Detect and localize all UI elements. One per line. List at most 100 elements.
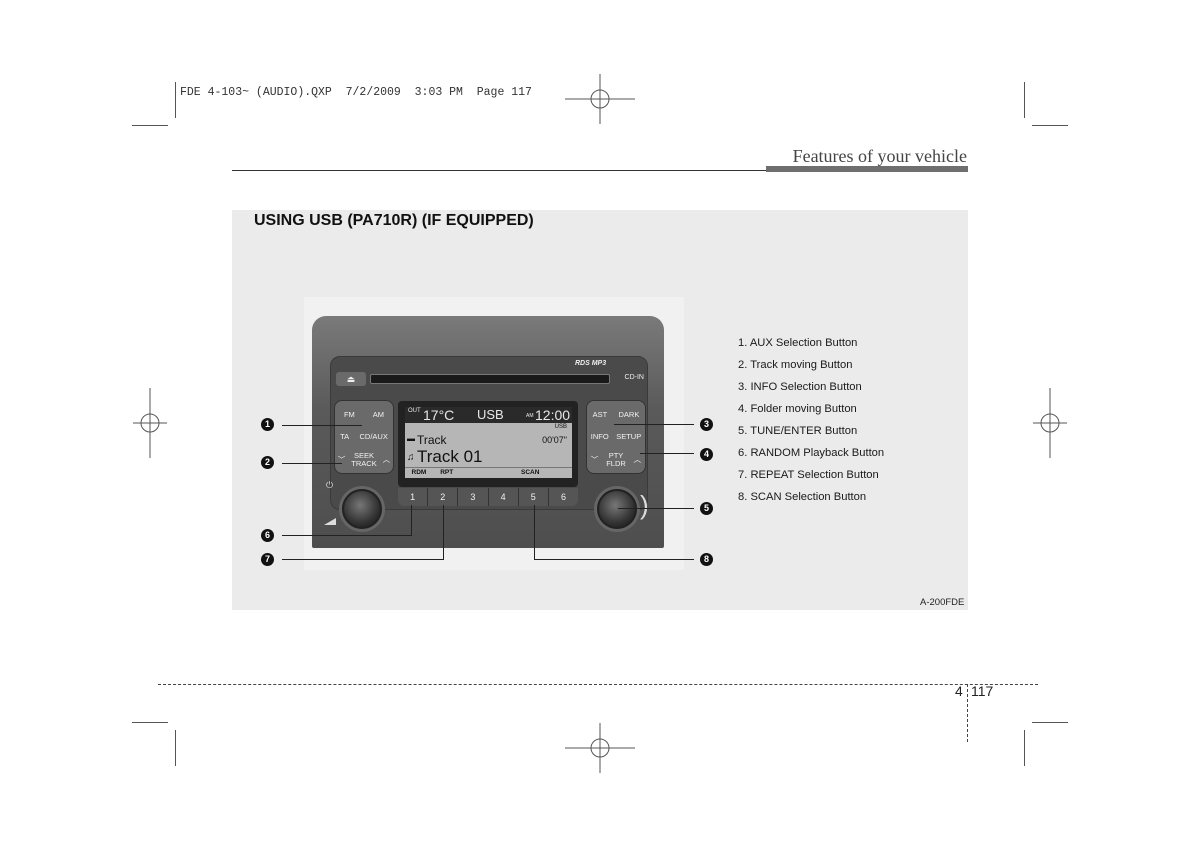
trim-mark [1024, 730, 1025, 766]
registration-mark-icon [1033, 388, 1067, 458]
source-readout: USB [477, 407, 504, 422]
legend-item: 3. INFO Selection Button [738, 381, 862, 393]
power-volume-knob[interactable] [342, 489, 382, 529]
leader-line [534, 505, 535, 560]
temperature-readout: 17°C [423, 407, 455, 423]
leader-line [282, 535, 412, 536]
pty-fldr-button[interactable]: ﹀ PTY FLDR ︿ [587, 449, 645, 471]
running-header: Features of your vehicle [792, 146, 967, 166]
leader-line [411, 505, 412, 536]
legend-item: 7. REPEAT Selection Button [738, 469, 879, 481]
folder-icon: ▬ [407, 434, 415, 443]
footer-rule [158, 684, 1038, 685]
legend-item: 8. SCAN Selection Button [738, 491, 867, 503]
preset-button-4[interactable]: 4 [489, 488, 519, 506]
softkey-rpt: RPT [440, 469, 454, 476]
legend-item: 4. Folder moving Button [738, 403, 857, 415]
section-title: USING USB (PA710R) (IF EQUIPPED) [254, 212, 534, 229]
trim-mark [1032, 722, 1068, 723]
registration-mark-icon [133, 388, 167, 458]
preset-button-6[interactable]: 6 [549, 488, 578, 506]
chevron-up-icon: ︿ [633, 455, 642, 464]
preset-button-5[interactable]: 5 [519, 488, 549, 506]
track-line: Track 01 [417, 447, 483, 466]
leader-line [640, 453, 694, 454]
track-label: TRACK [351, 459, 377, 468]
am-button[interactable]: AM [373, 410, 384, 419]
registration-mark-icon [565, 74, 635, 124]
callout-6: 6 [261, 529, 274, 542]
trim-mark [132, 722, 168, 723]
leader-line [282, 463, 342, 464]
tune-enter-knob[interactable] [597, 489, 637, 529]
music-note-icon: ♫ [407, 452, 415, 463]
callout-4: 4 [700, 448, 713, 461]
softkey-scan: SCAN [521, 469, 540, 476]
radio-display: OUT 17°C USB AM 12:00 USB ▬ Track 00'07"… [405, 407, 572, 478]
legend-item: 5. TUNE/ENTER Button [738, 425, 858, 437]
legend-item: 6. RANDOM Playback Button [738, 447, 885, 459]
elapsed-time: 00'07" [542, 435, 567, 445]
ast-button[interactable]: AST [593, 410, 608, 419]
callout-7: 7 [261, 553, 274, 566]
power-icon: ⏻ [326, 480, 334, 490]
leader-line [282, 425, 362, 426]
print-slug: FDE 4-103~ (AUDIO).QXP 7/2/2009 3:03 PM … [180, 86, 532, 99]
outside-temp-label: OUT [408, 408, 421, 414]
ta-button[interactable]: TA [340, 432, 349, 441]
callout-3: 3 [700, 418, 713, 431]
callout-1: 1 [261, 418, 274, 431]
fldr-label: FLDR [606, 459, 626, 468]
preset-button-2[interactable]: 2 [428, 488, 459, 506]
display-status-bar: OUT 17°C USB AM 12:00 [405, 407, 572, 423]
clock-readout: 12:00 [535, 407, 571, 423]
callout-8: 8 [700, 553, 713, 566]
button-legend: 1. AUX Selection Button 2. Track moving … [738, 332, 884, 508]
cd-in-indicator: CD-IN [624, 374, 644, 381]
leader-line [614, 424, 694, 425]
fm-button[interactable]: FM [344, 410, 355, 419]
setup-button[interactable]: SETUP [616, 432, 641, 441]
preset-button-3[interactable]: 3 [458, 488, 489, 506]
leader-line [443, 505, 444, 560]
legend-item: 2. Track moving Button [738, 359, 853, 371]
legend-item: 1. AUX Selection Button [738, 337, 858, 349]
trim-mark [132, 125, 168, 126]
preset-button-1[interactable]: 1 [398, 488, 429, 506]
header-rule [232, 170, 767, 171]
preset-buttons: 1 2 3 4 5 6 [398, 488, 578, 506]
right-button-block: AST DARK INFO SETUP ﹀ PTY FLDR ︿ [586, 400, 646, 474]
leader-line [618, 508, 694, 509]
callout-2: 2 [261, 456, 274, 469]
header-bar [766, 166, 968, 172]
softkey-blank [488, 468, 516, 478]
chevron-up-icon: ︿ [382, 455, 391, 464]
leader-line [282, 559, 444, 560]
chevron-down-icon: ﹀ [590, 455, 599, 464]
am-pm-indicator: AM [526, 413, 534, 419]
eject-button[interactable]: ⏏ [336, 372, 366, 386]
leader-line [534, 559, 694, 560]
softkey-rdm: RDM [411, 469, 427, 476]
registration-mark-icon [565, 723, 635, 773]
trim-mark [175, 82, 176, 118]
volume-icon [324, 518, 336, 525]
trim-mark [1024, 82, 1025, 118]
dark-button[interactable]: DARK [619, 410, 640, 419]
trim-mark [1032, 125, 1068, 126]
format-logos: RDS MP3 [575, 360, 607, 367]
folder-line: Track [417, 433, 447, 447]
cd-aux-button[interactable]: CD/AUX [360, 432, 388, 441]
softkey-blank [461, 468, 489, 478]
left-button-block: FM AM TA CD/AUX ﹀ SEEK TRACK ︿ [334, 400, 394, 474]
trim-mark [175, 730, 176, 766]
page-number: 117 [971, 683, 994, 699]
softkey-row: RDM RPT SCAN [405, 467, 572, 478]
chapter-number: 4 [955, 683, 963, 699]
softkey-blank [544, 468, 572, 478]
seek-track-button[interactable]: ﹀ SEEK TRACK ︿ [335, 449, 393, 471]
info-button[interactable]: INFO [591, 432, 609, 441]
tune-arc-icon: ) [640, 490, 649, 520]
figure-code: A-200FDE [920, 597, 965, 608]
callout-5: 5 [700, 502, 713, 515]
